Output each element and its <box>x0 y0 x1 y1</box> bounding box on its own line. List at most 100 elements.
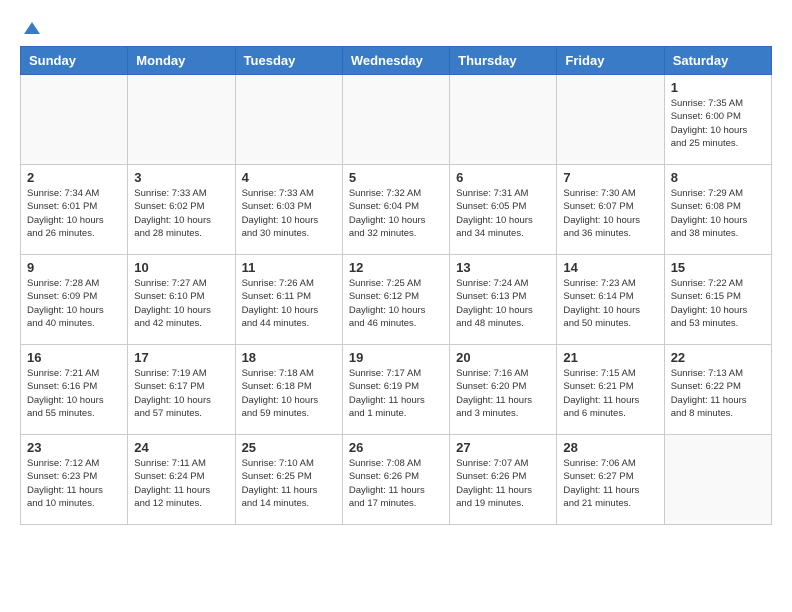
day-number: 12 <box>349 260 443 275</box>
day-info: Sunrise: 7:26 AM Sunset: 6:11 PM Dayligh… <box>242 277 336 330</box>
day-number: 27 <box>456 440 550 455</box>
day-cell: 20Sunrise: 7:16 AM Sunset: 6:20 PM Dayli… <box>450 345 557 435</box>
day-cell: 6 Sunrise: 7:31 AM Sunset: 6:05 PM Daylig… <box>450 165 557 255</box>
day-number: 2 <box>27 170 121 185</box>
header-tuesday: Tuesday <box>235 47 342 75</box>
day-info: Sunrise: 7:29 AM Sunset: 6:08 PM Dayligh… <box>671 187 765 240</box>
day-info: Sunrise: 7:07 AM Sunset: 6:26 PM Dayligh… <box>456 457 550 510</box>
day-cell: 27 Sunrise: 7:07 AM Sunset: 6:26 PM Dayli… <box>450 435 557 525</box>
day-cell <box>21 75 128 165</box>
day-number: 7 <box>563 170 657 185</box>
header-monday: Monday <box>128 47 235 75</box>
day-number: 18 <box>242 350 336 365</box>
day-cell: 22 Sunrise: 7:13 AM Sunset: 6:22 PM Dayli… <box>664 345 771 435</box>
day-cell <box>128 75 235 165</box>
day-cell: 11 Sunrise: 7:26 AM Sunset: 6:11 PM Dayli… <box>235 255 342 345</box>
day-info: Sunrise: 7:21 AM Sunset: 6:16 PM Dayligh… <box>27 367 121 420</box>
calendar-table: SundayMondayTuesdayWednesdayThursdayFrid… <box>20 46 772 525</box>
day-number: 11 <box>242 260 336 275</box>
day-cell: 5 Sunrise: 7:32 AM Sunset: 6:04 PM Daylig… <box>342 165 449 255</box>
day-info: Sunrise: 7:16 AM Sunset: 6:20 PM Dayligh… <box>456 367 550 420</box>
day-info: Sunrise: 7:06 AM Sunset: 6:27 PM Dayligh… <box>563 457 657 510</box>
day-info: Sunrise: 7:10 AM Sunset: 6:25 PM Dayligh… <box>242 457 336 510</box>
header-sunday: Sunday <box>21 47 128 75</box>
day-cell: 16 Sunrise: 7:21 AM Sunset: 6:16 PM Dayli… <box>21 345 128 435</box>
day-cell: 25 Sunrise: 7:10 AM Sunset: 6:25 PM Dayli… <box>235 435 342 525</box>
day-cell: 10 Sunrise: 7:27 AM Sunset: 6:10 PM Dayli… <box>128 255 235 345</box>
day-number: 23 <box>27 440 121 455</box>
day-cell: 24 Sunrise: 7:11 AM Sunset: 6:24 PM Dayli… <box>128 435 235 525</box>
day-info: Sunrise: 7:32 AM Sunset: 6:04 PM Dayligh… <box>349 187 443 240</box>
day-cell: 7 Sunrise: 7:30 AM Sunset: 6:07 PM Daylig… <box>557 165 664 255</box>
day-cell: 19 Sunrise: 7:17 AM Sunset: 6:19 PM Dayli… <box>342 345 449 435</box>
day-info: Sunrise: 7:25 AM Sunset: 6:12 PM Dayligh… <box>349 277 443 330</box>
day-info: Sunrise: 7:35 AM Sunset: 6:00 PM Dayligh… <box>671 97 765 150</box>
day-cell: 2 Sunrise: 7:34 AM Sunset: 6:01 PM Daylig… <box>21 165 128 255</box>
day-cell: 15Sunrise: 7:22 AM Sunset: 6:15 PM Dayli… <box>664 255 771 345</box>
day-number: 9 <box>27 260 121 275</box>
day-number: 19 <box>349 350 443 365</box>
week-row-4: 16 Sunrise: 7:21 AM Sunset: 6:16 PM Dayli… <box>21 345 772 435</box>
day-info: Sunrise: 7:15 AM Sunset: 6:21 PM Dayligh… <box>563 367 657 420</box>
day-cell: 21Sunrise: 7:15 AM Sunset: 6:21 PM Dayli… <box>557 345 664 435</box>
day-info: Sunrise: 7:33 AM Sunset: 6:02 PM Dayligh… <box>134 187 228 240</box>
day-number: 3 <box>134 170 228 185</box>
day-cell: 17 Sunrise: 7:19 AM Sunset: 6:17 PM Dayli… <box>128 345 235 435</box>
day-number: 5 <box>349 170 443 185</box>
day-cell: 3 Sunrise: 7:33 AM Sunset: 6:02 PM Daylig… <box>128 165 235 255</box>
day-cell: 1 Sunrise: 7:35 AM Sunset: 6:00 PM Daylig… <box>664 75 771 165</box>
weekday-header-row: SundayMondayTuesdayWednesdayThursdayFrid… <box>21 47 772 75</box>
day-cell <box>342 75 449 165</box>
day-cell <box>557 75 664 165</box>
day-info: Sunrise: 7:17 AM Sunset: 6:19 PM Dayligh… <box>349 367 443 420</box>
day-cell: 14 Sunrise: 7:23 AM Sunset: 6:14 PM Dayli… <box>557 255 664 345</box>
week-row-1: 1 Sunrise: 7:35 AM Sunset: 6:00 PM Daylig… <box>21 75 772 165</box>
week-row-3: 9 Sunrise: 7:28 AM Sunset: 6:09 PM Daylig… <box>21 255 772 345</box>
day-number: 10 <box>134 260 228 275</box>
day-cell <box>235 75 342 165</box>
day-cell: 18Sunrise: 7:18 AM Sunset: 6:18 PM Dayli… <box>235 345 342 435</box>
day-info: Sunrise: 7:08 AM Sunset: 6:26 PM Dayligh… <box>349 457 443 510</box>
day-cell: 13 Sunrise: 7:24 AM Sunset: 6:13 PM Dayli… <box>450 255 557 345</box>
day-number: 14 <box>563 260 657 275</box>
day-cell: 28 Sunrise: 7:06 AM Sunset: 6:27 PM Dayli… <box>557 435 664 525</box>
day-info: Sunrise: 7:19 AM Sunset: 6:17 PM Dayligh… <box>134 367 228 420</box>
day-cell: 8 Sunrise: 7:29 AM Sunset: 6:08 PM Daylig… <box>664 165 771 255</box>
day-info: Sunrise: 7:34 AM Sunset: 6:01 PM Dayligh… <box>27 187 121 240</box>
day-number: 8 <box>671 170 765 185</box>
header-friday: Friday <box>557 47 664 75</box>
day-number: 6 <box>456 170 550 185</box>
day-info: Sunrise: 7:23 AM Sunset: 6:14 PM Dayligh… <box>563 277 657 330</box>
day-info: Sunrise: 7:31 AM Sunset: 6:05 PM Dayligh… <box>456 187 550 240</box>
day-number: 22 <box>671 350 765 365</box>
logo-icon <box>22 20 42 40</box>
day-number: 16 <box>27 350 121 365</box>
day-number: 26 <box>349 440 443 455</box>
day-cell: 4 Sunrise: 7:33 AM Sunset: 6:03 PM Daylig… <box>235 165 342 255</box>
logo <box>20 20 42 36</box>
day-number: 15 <box>671 260 765 275</box>
day-info: Sunrise: 7:12 AM Sunset: 6:23 PM Dayligh… <box>27 457 121 510</box>
day-cell: 12 Sunrise: 7:25 AM Sunset: 6:12 PM Dayli… <box>342 255 449 345</box>
day-number: 13 <box>456 260 550 275</box>
day-number: 28 <box>563 440 657 455</box>
day-info: Sunrise: 7:24 AM Sunset: 6:13 PM Dayligh… <box>456 277 550 330</box>
day-number: 1 <box>671 80 765 95</box>
page-header <box>20 20 772 36</box>
header-thursday: Thursday <box>450 47 557 75</box>
day-info: Sunrise: 7:11 AM Sunset: 6:24 PM Dayligh… <box>134 457 228 510</box>
day-info: Sunrise: 7:13 AM Sunset: 6:22 PM Dayligh… <box>671 367 765 420</box>
day-info: Sunrise: 7:33 AM Sunset: 6:03 PM Dayligh… <box>242 187 336 240</box>
week-row-5: 23 Sunrise: 7:12 AM Sunset: 6:23 PM Dayli… <box>21 435 772 525</box>
day-number: 24 <box>134 440 228 455</box>
day-cell: 23 Sunrise: 7:12 AM Sunset: 6:23 PM Dayli… <box>21 435 128 525</box>
day-info: Sunrise: 7:30 AM Sunset: 6:07 PM Dayligh… <box>563 187 657 240</box>
day-number: 25 <box>242 440 336 455</box>
day-number: 17 <box>134 350 228 365</box>
header-wednesday: Wednesday <box>342 47 449 75</box>
day-info: Sunrise: 7:27 AM Sunset: 6:10 PM Dayligh… <box>134 277 228 330</box>
day-cell: 9 Sunrise: 7:28 AM Sunset: 6:09 PM Daylig… <box>21 255 128 345</box>
day-info: Sunrise: 7:28 AM Sunset: 6:09 PM Dayligh… <box>27 277 121 330</box>
day-number: 4 <box>242 170 336 185</box>
day-cell <box>664 435 771 525</box>
